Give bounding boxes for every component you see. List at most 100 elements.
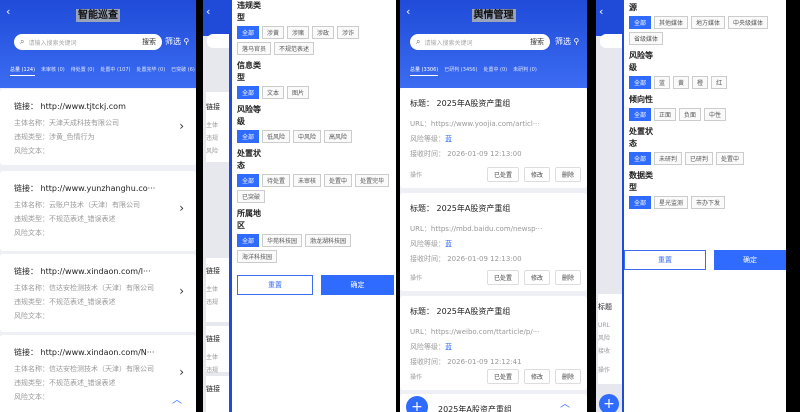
- chip-option[interactable]: 地方媒体: [691, 16, 726, 29]
- chip-all[interactable]: 全部: [237, 130, 260, 143]
- confirm-button[interactable]: 确定: [714, 250, 786, 270]
- reset-button[interactable]: 重置: [624, 250, 706, 270]
- handled-button[interactable]: 已处置: [486, 369, 519, 384]
- chip-option[interactable]: 涉黄: [262, 26, 285, 39]
- chip-option[interactable]: 高风险: [324, 130, 353, 143]
- chip-option[interactable]: 处置完毕: [355, 174, 390, 187]
- chip-option[interactable]: 中性: [704, 108, 727, 121]
- chip-option[interactable]: 黄: [673, 76, 690, 89]
- chevron-right-icon: ›: [179, 201, 184, 215]
- chip-option[interactable]: 中央级媒体: [728, 16, 769, 29]
- chip-all[interactable]: 全部: [237, 86, 260, 99]
- tab-total[interactable]: 总量 (3306): [410, 66, 439, 76]
- list-item[interactable]: 标题： 2025年A股资产重组 URL：https://www.yoojia.c…: [400, 88, 587, 188]
- chip-option[interactable]: 未研判: [654, 152, 683, 165]
- chip-option[interactable]: 正面: [654, 108, 677, 121]
- chevron-right-icon: ›: [179, 365, 184, 379]
- chip-all[interactable]: 全部: [629, 152, 652, 165]
- edit-button[interactable]: 修改: [523, 270, 550, 285]
- tab-processing[interactable]: 处置中 (107): [100, 66, 130, 76]
- list-item[interactable]: 标题： 2025年A股资产重组 URL：https://weibo.com/tt…: [400, 296, 587, 390]
- search-input[interactable]: ⌕ 请输入搜索关键词 搜索: [410, 34, 550, 50]
- handled-button[interactable]: 已处置: [486, 167, 519, 182]
- list-item[interactable]: 链接： http://www.xindaon.com/l··· 主体名称：信达安…: [0, 254, 196, 332]
- chip-all[interactable]: 全部: [237, 234, 260, 247]
- search-placeholder: 请输入搜索关键词: [28, 39, 77, 47]
- chip-option[interactable]: 中风险: [293, 130, 322, 143]
- chip-option[interactable]: 其他媒体: [654, 16, 689, 29]
- chip-option[interactable]: 处置中: [324, 174, 353, 187]
- chip-option[interactable]: 未审核: [293, 174, 322, 187]
- chip-option[interactable]: 省级媒体: [629, 32, 664, 45]
- filter-button[interactable]: 筛选 ⚲: [165, 36, 189, 47]
- chevron-up-icon[interactable]: ︿: [560, 395, 570, 410]
- chip-option[interactable]: 负面: [679, 108, 702, 121]
- list-item[interactable]: 2025年A股资产重组: [400, 394, 587, 412]
- chip-option[interactable]: 涉政: [312, 26, 335, 39]
- search-input[interactable]: ⌕ 请输入搜索关键词 搜索: [14, 34, 162, 50]
- chip-option[interactable]: 待处置: [262, 174, 291, 187]
- search-button[interactable]: 搜索: [142, 37, 156, 47]
- chip-option[interactable]: 橙: [692, 76, 709, 89]
- card-actions: 操作 已处置 修改 删除: [410, 270, 581, 285]
- chip-option[interactable]: 涉赌: [287, 26, 310, 39]
- chip-option[interactable]: 低风险: [262, 130, 291, 143]
- edit-button[interactable]: 修改: [523, 369, 550, 384]
- back-icon[interactable]: ‹: [206, 5, 210, 18]
- back-icon[interactable]: ‹: [599, 5, 603, 18]
- chip-option[interactable]: 已突破: [237, 190, 266, 203]
- reset-button[interactable]: 重置: [237, 275, 313, 295]
- chip-option[interactable]: 涉诈: [337, 26, 360, 39]
- list-item[interactable]: 链接： http://www.tjtckj.com 主体名称：天津天成科技有限公…: [0, 89, 196, 165]
- list-item[interactable]: 链接： http://www.xindaon.com/N··· 主体名称：信达安…: [0, 335, 196, 412]
- delete-button[interactable]: 删除: [554, 369, 581, 384]
- chip-option[interactable]: 渤龙湖科技园: [305, 234, 352, 247]
- search-icon: ⌕: [20, 37, 25, 46]
- search-button[interactable]: 搜索: [530, 37, 544, 47]
- card-url: URL：https://weibo.com/ttarticle/p/···: [410, 328, 540, 336]
- chip-option[interactable]: 落马官员: [237, 42, 272, 55]
- tab-unreviewed[interactable]: 未审核 (0): [41, 66, 65, 76]
- tab-unjudged[interactable]: 未研判 (0): [513, 66, 537, 76]
- screen-opinion-filter: ‹ 标题 URL 风险 接收 操作 + 数据来源 全部 其他媒体 地方媒体 中央…: [596, 0, 786, 412]
- tab-pending[interactable]: 待处置 (0): [71, 66, 95, 76]
- search-peek: [600, 34, 622, 48]
- chip-all[interactable]: 全部: [237, 26, 260, 39]
- tab-done[interactable]: 处置完毕 (0): [136, 66, 165, 76]
- chip-option[interactable]: 处置中: [716, 152, 745, 165]
- chip-option[interactable]: 蓝: [654, 76, 671, 89]
- handled-button[interactable]: 已处置: [486, 270, 519, 285]
- chevron-up-icon[interactable]: ︿: [172, 391, 182, 406]
- card-risk-text: 风险文本：: [14, 312, 49, 320]
- list-item[interactable]: 链接： http://www.yunzhanghu.co··· 主体名称：云账户…: [0, 171, 196, 251]
- card-risk-text: 风险文本：: [14, 229, 49, 237]
- peek-label: 链接: [206, 103, 220, 111]
- card-subject: 主体名称：信达安检测技术（天津）有限公司: [14, 284, 154, 292]
- add-button[interactable]: +: [406, 396, 428, 412]
- chip-all[interactable]: 全部: [629, 196, 652, 209]
- chip-all[interactable]: 全部: [629, 108, 652, 121]
- chip-option[interactable]: 华苑科技园: [262, 234, 303, 247]
- add-button[interactable]: +: [599, 394, 619, 412]
- tab-processing[interactable]: 处置中 (0): [483, 66, 507, 76]
- chip-option[interactable]: 红: [711, 76, 728, 89]
- edit-button[interactable]: 修改: [523, 167, 550, 182]
- chip-option[interactable]: 星光监测: [654, 196, 689, 209]
- chip-all[interactable]: 全部: [629, 76, 652, 89]
- filter-button[interactable]: 筛选 ⚲: [555, 36, 579, 47]
- chip-all[interactable]: 全部: [237, 174, 260, 187]
- tab-broken[interactable]: 已突破 (6): [171, 66, 195, 76]
- chip-all[interactable]: 全部: [629, 16, 652, 29]
- chip-option[interactable]: 海洋科技园: [237, 250, 278, 263]
- chip-option[interactable]: 市办下发: [691, 196, 726, 209]
- delete-button[interactable]: 删除: [554, 270, 581, 285]
- chip-option[interactable]: 已研判: [685, 152, 714, 165]
- chip-option[interactable]: 不规范表述: [274, 42, 315, 55]
- delete-button[interactable]: 删除: [554, 167, 581, 182]
- chip-option[interactable]: 图片: [287, 86, 310, 99]
- tab-total[interactable]: 总量 (124): [10, 66, 36, 76]
- tab-judged[interactable]: 已研判 (3456): [444, 66, 477, 76]
- confirm-button[interactable]: 确定: [321, 275, 394, 295]
- list-item[interactable]: 标题： 2025年A股资产重组 URL：https://mbd.baidu.co…: [400, 193, 587, 291]
- chip-option[interactable]: 文本: [262, 86, 285, 99]
